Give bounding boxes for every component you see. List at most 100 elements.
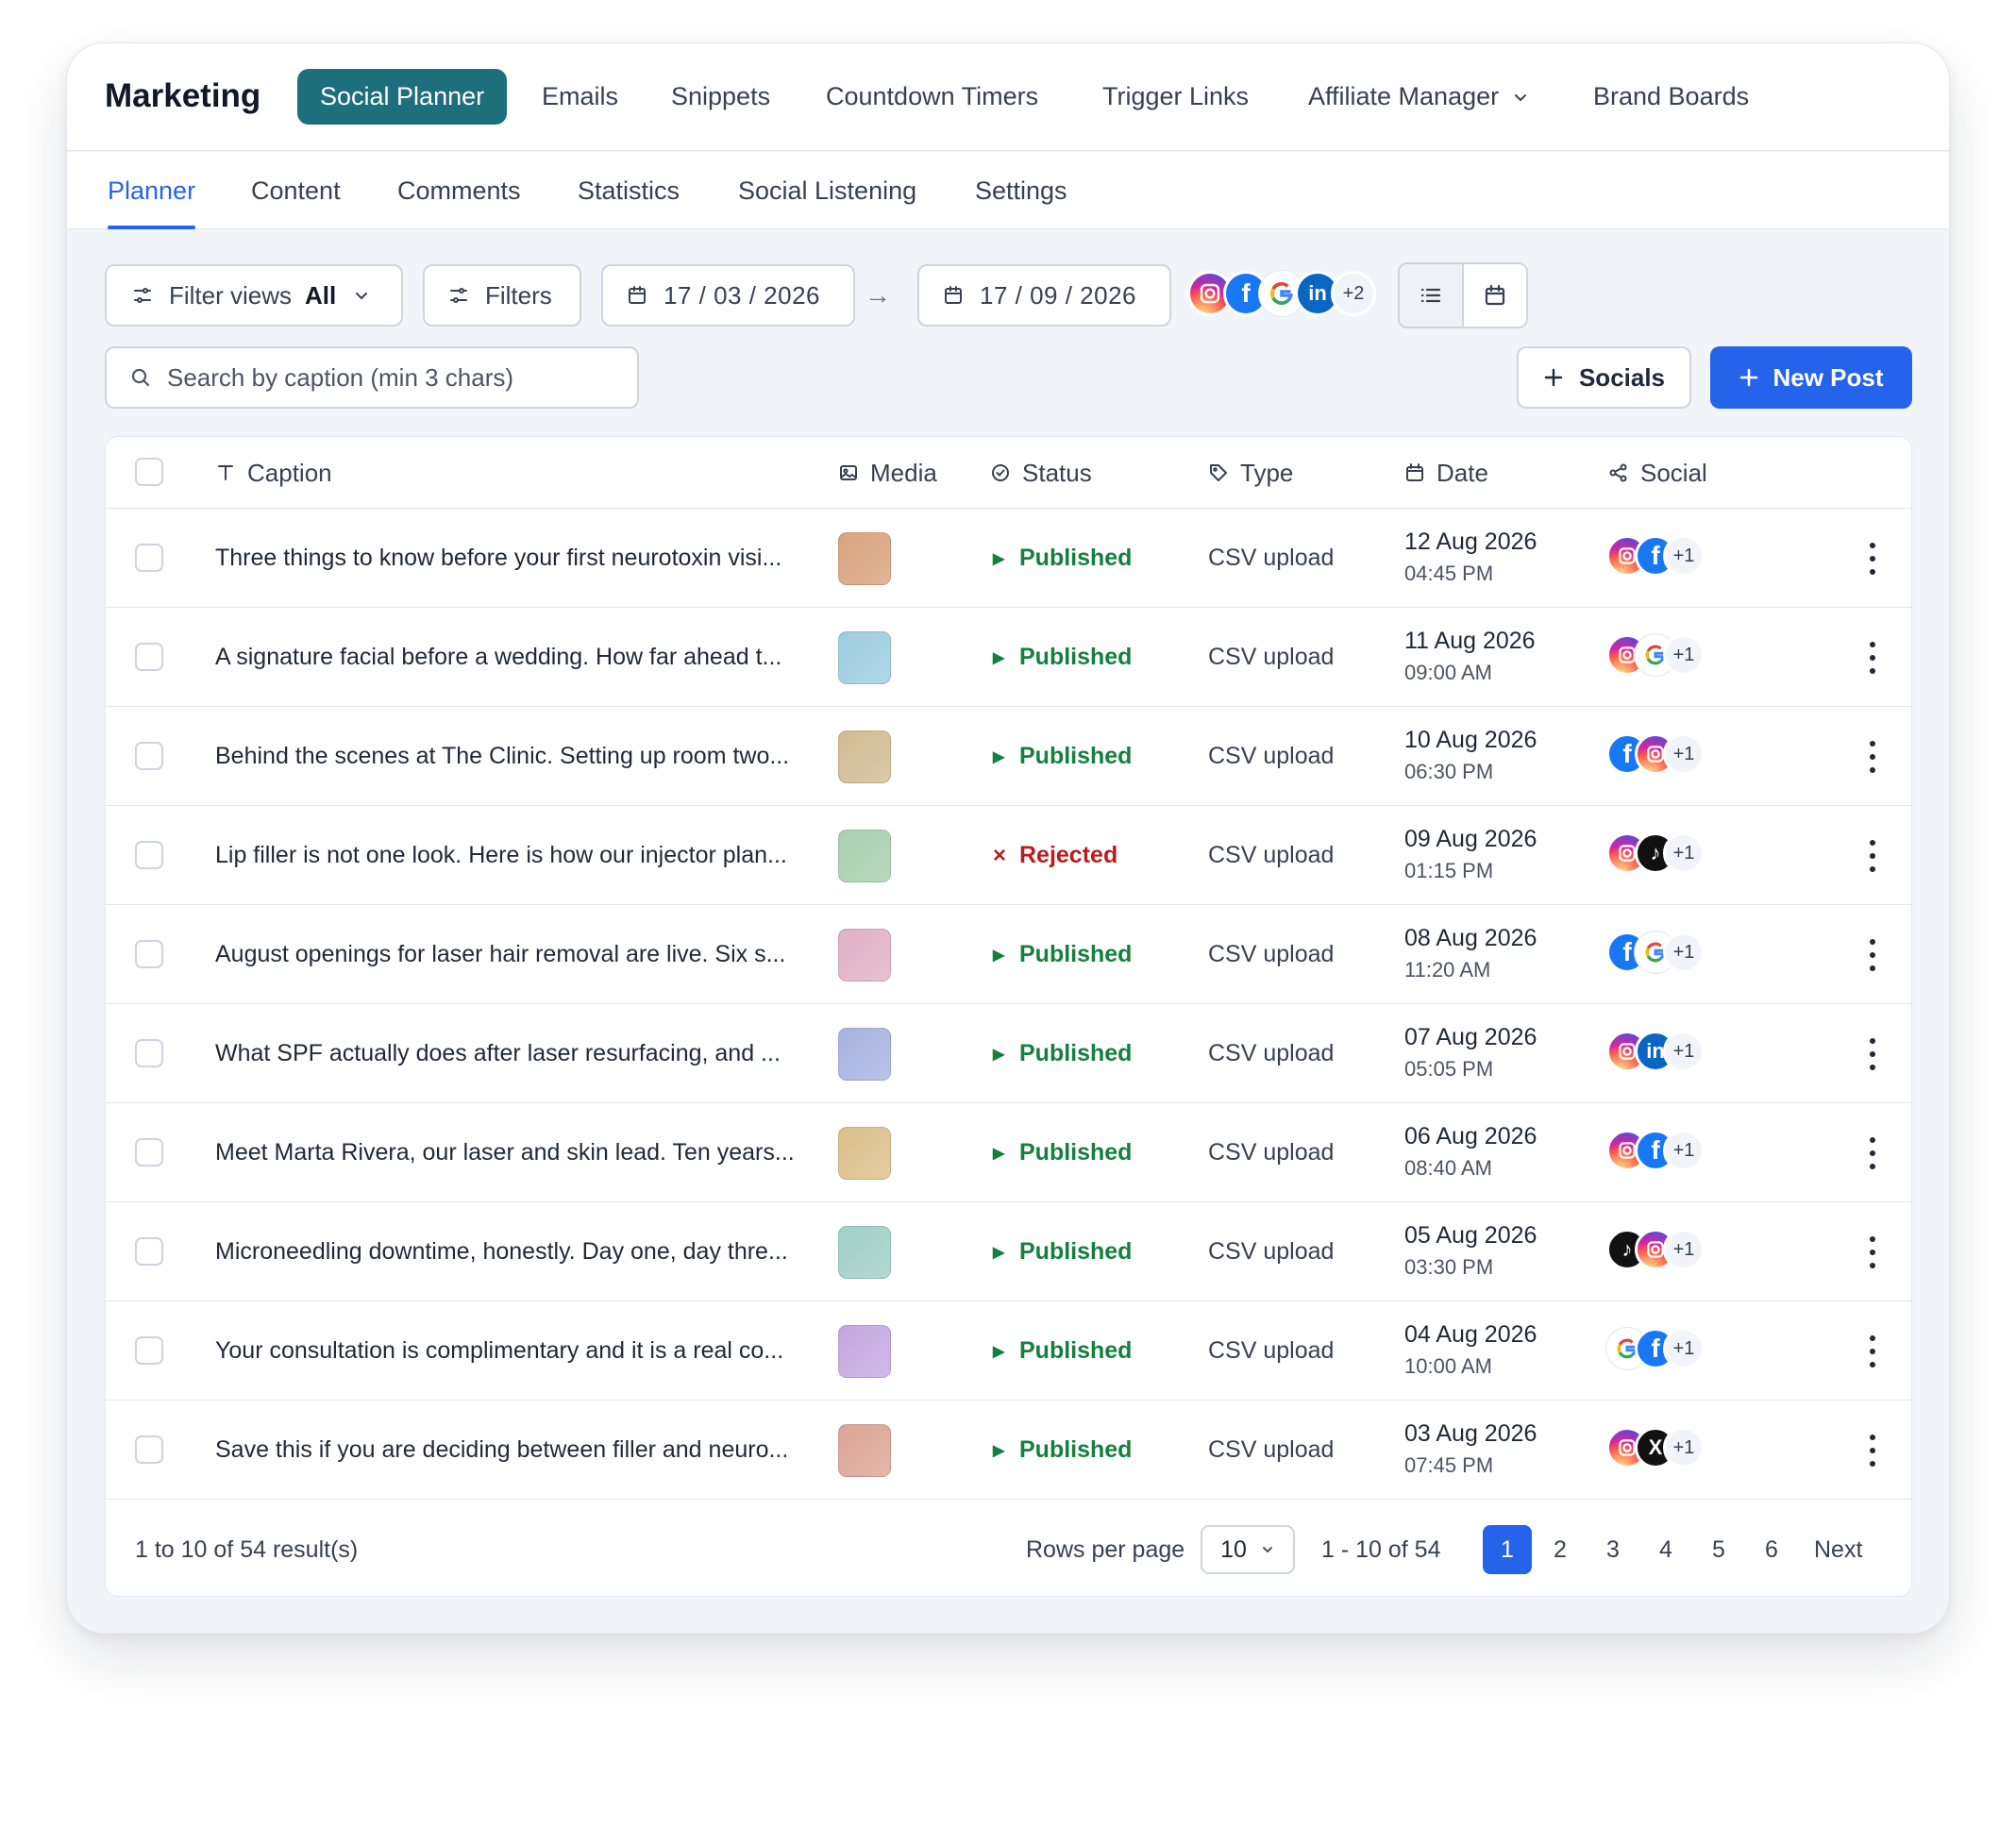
more-options-button[interactable] (1863, 840, 1882, 872)
post-caption[interactable]: What SPF actually does after laser resur… (215, 1004, 781, 1103)
media-thumbnail[interactable] (838, 730, 891, 783)
nav-trigger-links[interactable]: Trigger Links (1102, 69, 1249, 125)
new-post-button[interactable]: New Post (1710, 346, 1912, 409)
nav-countdown-timers[interactable]: Countdown Timers (826, 69, 1038, 125)
post-caption[interactable]: Your consultation is complimentary and i… (215, 1301, 783, 1401)
row-checkbox[interactable] (135, 940, 163, 968)
media-thumbnail[interactable] (838, 1127, 891, 1180)
table-row[interactable]: Behind the scenes at The Clinic. Setting… (106, 707, 1911, 806)
page-2-button[interactable]: 2 (1536, 1525, 1585, 1574)
column-social[interactable]: Social (1608, 437, 1707, 509)
row-checkbox[interactable] (135, 544, 163, 572)
media-thumbnail[interactable] (838, 1424, 891, 1477)
more-options-button[interactable] (1863, 1236, 1882, 1268)
tab-planner[interactable]: Planner (108, 152, 196, 229)
post-caption[interactable]: Lip filler is not one look. Here is how … (215, 806, 787, 905)
row-checkbox[interactable] (135, 841, 163, 869)
more-options-button[interactable] (1863, 1335, 1882, 1368)
nav-snippets[interactable]: Snippets (671, 69, 770, 125)
calendar-view-button[interactable] (1462, 264, 1526, 327)
table-row[interactable]: A signature facial before a wedding. How… (106, 608, 1911, 707)
post-caption[interactable]: Meet Marta Rivera, our laser and skin le… (215, 1103, 795, 1202)
media-thumbnail[interactable] (838, 1226, 891, 1279)
post-time: 03:30 PM (1404, 1255, 1494, 1279)
row-checkbox[interactable] (135, 742, 163, 770)
play-icon: ▶ (993, 1046, 1005, 1063)
column-type[interactable]: Type (1208, 437, 1293, 509)
kebab-dot (1870, 840, 1875, 846)
row-checkbox[interactable] (135, 643, 163, 671)
post-caption[interactable]: A signature facial before a wedding. How… (215, 608, 781, 707)
media-thumbnail[interactable] (838, 1325, 891, 1378)
row-checkbox[interactable] (135, 1237, 163, 1266)
table-row[interactable]: What SPF actually does after laser resur… (106, 1004, 1911, 1103)
more-options-button[interactable] (1863, 1038, 1882, 1070)
post-caption[interactable]: Behind the scenes at The Clinic. Setting… (215, 707, 789, 806)
add-socials-button[interactable]: Socials (1517, 346, 1691, 409)
table-row[interactable]: Your consultation is complimentary and i… (106, 1301, 1911, 1401)
page-5-button[interactable]: 5 (1694, 1525, 1743, 1574)
next-page-button[interactable]: Next (1814, 1502, 1862, 1596)
table-row[interactable]: August openings for laser hair removal a… (106, 905, 1911, 1004)
rows-per-page-select[interactable]: 10 (1201, 1525, 1295, 1574)
tab-statistics[interactable]: Statistics (578, 152, 680, 229)
page-4-button[interactable]: 4 (1641, 1525, 1690, 1574)
nav-social-planner[interactable]: Social Planner (297, 69, 508, 125)
nav-emails[interactable]: Emails (542, 69, 618, 125)
column-date[interactable]: Date (1404, 437, 1488, 509)
start-date-picker[interactable]: 17 / 03 / 2026 (601, 264, 855, 327)
row-checkbox[interactable] (135, 1435, 163, 1464)
post-date: 12 Aug 2026 (1404, 529, 1537, 555)
column-caption[interactable]: Caption (215, 437, 332, 509)
post-caption[interactable]: Microneedling downtime, honestly. Day on… (215, 1202, 788, 1301)
media-thumbnail[interactable] (838, 1028, 891, 1081)
tab-settings[interactable]: Settings (975, 152, 1067, 229)
row-checkbox[interactable] (135, 1138, 163, 1166)
page-1-button[interactable]: 1 (1483, 1525, 1532, 1574)
more-options-button[interactable] (1863, 1435, 1882, 1467)
more-options-button[interactable] (1863, 1137, 1882, 1169)
select-all-checkbox[interactable] (135, 458, 163, 486)
table-row[interactable]: Three things to know before your first n… (106, 509, 1911, 608)
media-thumbnail[interactable] (838, 631, 891, 684)
media-thumbnail[interactable] (838, 830, 891, 882)
media-thumbnail[interactable] (838, 532, 891, 585)
nav-affiliate-manager[interactable]: Affiliate Manager (1308, 69, 1529, 125)
tab-content[interactable]: Content (251, 152, 341, 229)
post-caption[interactable]: Three things to know before your first n… (215, 509, 781, 608)
filters-button[interactable]: Filters (423, 264, 581, 327)
table-row[interactable]: Microneedling downtime, honestly. Day on… (106, 1202, 1911, 1301)
table-row[interactable]: Save this if you are deciding between fi… (106, 1401, 1911, 1500)
rows-per-page-value: 10 (1220, 1535, 1247, 1563)
kebab-dot (1870, 1038, 1875, 1044)
status-label: Published (1019, 1337, 1133, 1364)
column-media[interactable]: Media (838, 437, 937, 509)
page-6-button[interactable]: 6 (1747, 1525, 1796, 1574)
sliders-icon (131, 284, 154, 307)
media-thumbnail[interactable] (838, 929, 891, 982)
table-row[interactable]: Meet Marta Rivera, our laser and skin le… (106, 1103, 1911, 1202)
more-options-button[interactable] (1863, 939, 1882, 971)
account-selector[interactable]: f in +2 (1187, 271, 1386, 322)
post-date: 05 Aug 2026 (1404, 1222, 1537, 1249)
table-row[interactable]: Lip filler is not one look. Here is how … (106, 806, 1911, 905)
row-checkbox[interactable] (135, 1039, 163, 1067)
column-status[interactable]: Status (990, 437, 1092, 509)
nav-brand-boards[interactable]: Brand Boards (1593, 69, 1749, 125)
list-view-button[interactable] (1400, 264, 1462, 327)
search-input[interactable] (167, 362, 601, 393)
more-options-button[interactable] (1863, 642, 1882, 674)
post-caption[interactable]: Save this if you are deciding between fi… (215, 1401, 788, 1500)
row-checkbox[interactable] (135, 1336, 163, 1365)
tab-comments[interactable]: Comments (397, 152, 521, 229)
filter-views-dropdown[interactable]: Filter views All (105, 264, 403, 327)
more-options-button[interactable] (1863, 543, 1882, 575)
kebab-dot (1870, 1448, 1875, 1453)
play-icon: ▶ (993, 1442, 1005, 1459)
tab-social-listening[interactable]: Social Listening (738, 152, 916, 229)
end-date-picker[interactable]: 17 / 09 / 2026 (917, 264, 1171, 327)
page-3-button[interactable]: 3 (1588, 1525, 1638, 1574)
search-field (105, 346, 639, 409)
more-options-button[interactable] (1863, 741, 1882, 773)
post-caption[interactable]: August openings for laser hair removal a… (215, 905, 785, 1004)
